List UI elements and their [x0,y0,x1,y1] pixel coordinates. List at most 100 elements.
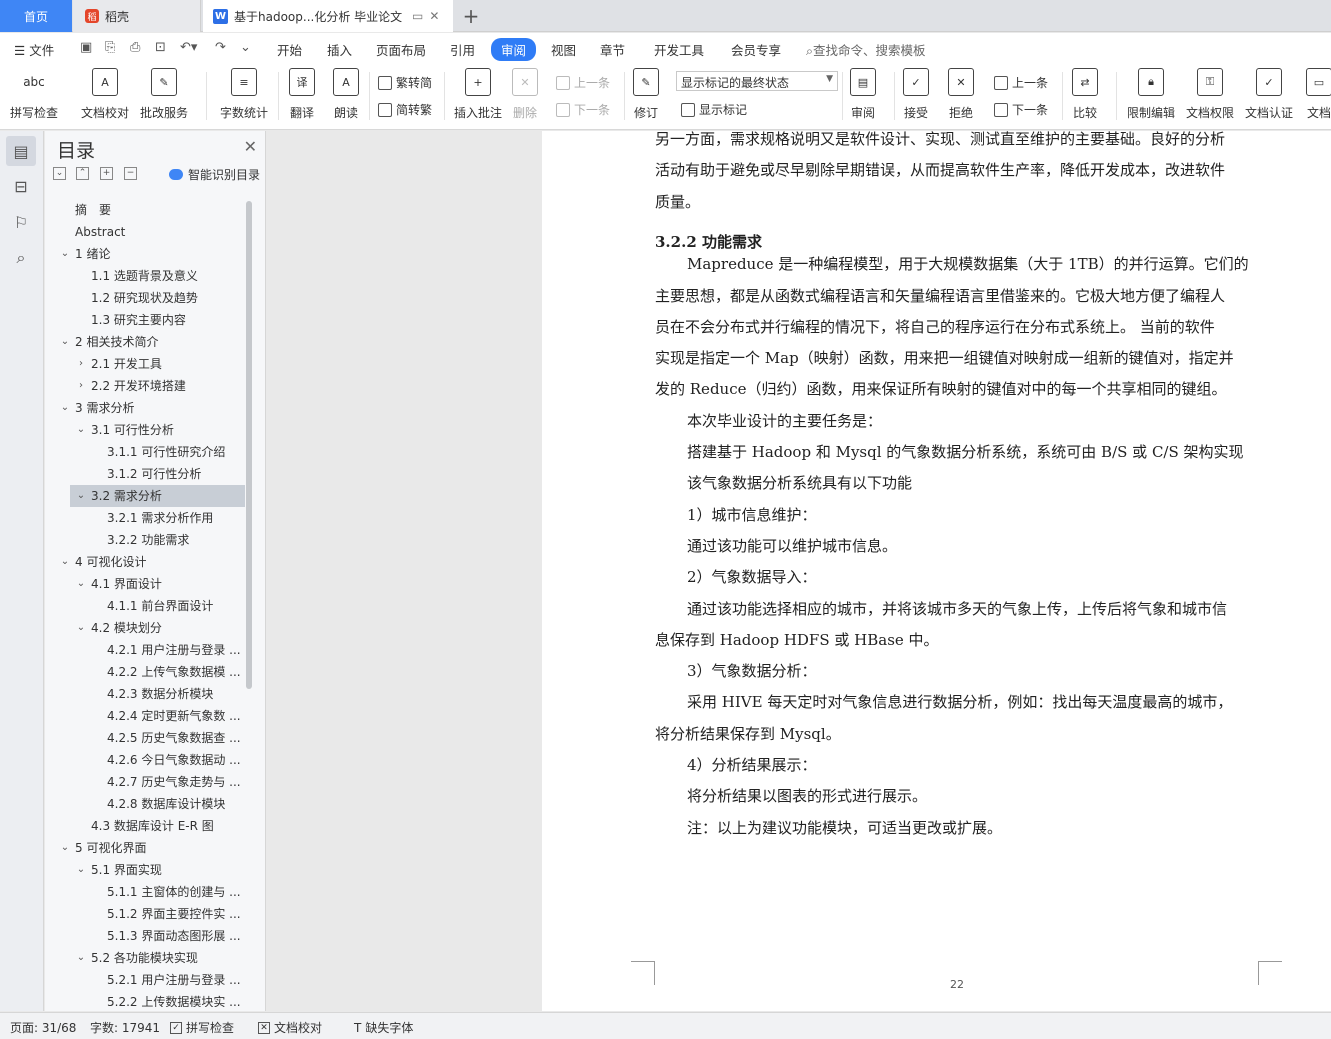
doc-proof-button[interactable]: A 文档校对 [81,68,129,121]
save-icon[interactable]: ▣ [80,40,92,55]
toc-item[interactable]: 1.3 研究主要内容 [45,309,245,331]
toc-panel-icon[interactable]: ▤ [6,136,36,166]
page-indicator[interactable]: 页面: 31/68 [10,1019,76,1036]
chevron-down-icon[interactable]: ⌄ [59,397,71,419]
toc-item[interactable]: 4.2.6 今日气象数据动 ... [45,749,245,771]
show-marks-button[interactable]: 显示标记 [681,101,747,118]
toc-item[interactable]: ⌄ 5.1 界面实现 [45,859,245,881]
toc-item[interactable]: 5.2.1 用户注册与登录 ... [45,969,245,991]
toc-item[interactable]: ⌄ 3 需求分析 [45,397,245,419]
toc-item[interactable]: 5.2.2 上传数据模块实 ... [45,991,245,1007]
toc-item[interactable]: 3.1.1 可行性研究介绍 [45,441,245,463]
toc-item[interactable]: 4.2.8 数据库设计模块 [45,793,245,815]
menu-dev-tools[interactable]: 开发工具 [654,40,704,59]
toc-item[interactable]: 3.2.2 功能需求 [45,529,245,551]
restrict-edit-button[interactable]: 🔒︎ 限制编辑 [1127,68,1175,121]
tab-pin-icon[interactable]: ▭ [412,9,423,23]
prev-change-button[interactable]: 上一条 [994,74,1048,91]
toc-item[interactable]: › 2.2 开发环境搭建 [45,375,245,397]
menu-view[interactable]: 视图 [551,40,576,59]
revise-button[interactable]: ✎ 修订 [633,68,659,121]
word-count-button[interactable]: ≡ 字数统计 [220,68,268,121]
insert-comment-button[interactable]: + 插入批注 [454,68,502,121]
new-tab-button[interactable]: + [458,0,484,32]
tab-close-icon[interactable]: ✕ [429,9,439,23]
menu-reference[interactable]: 引用 [450,40,475,59]
chevron-down-icon[interactable]: ⌄ [59,837,71,859]
bookmark-icon[interactable]: ⚐ [6,207,36,237]
toc-item[interactable]: 1.1 选题背景及意义 [45,265,245,287]
chevron-down-icon[interactable]: ⌄ [59,331,71,353]
toc-item[interactable]: 4.2.2 上传气象数据模 ... [45,661,245,683]
tab-home[interactable]: 首页 [0,0,72,32]
toc-item[interactable]: ⌄ 4 可视化设计 [45,551,245,573]
status-missing-font[interactable]: T 缺失字体 [354,1019,413,1036]
remove-heading-icon[interactable]: − [124,167,137,180]
toc-item[interactable]: ⌄ 5 可视化界面 [45,837,245,859]
toc-item[interactable]: 5.1.3 界面动态图形展 ... [45,925,245,947]
search-icon[interactable]: ⌕ [6,243,36,273]
word-count-indicator[interactable]: 字数: 17941 [90,1019,160,1036]
simp-to-trad-button[interactable]: 简转繁 [378,101,432,118]
toc-item[interactable]: ⌄ 4.2 模块划分 [45,617,245,639]
chevron-down-icon[interactable]: ⌄ [75,419,87,441]
close-icon[interactable]: ✕ [244,137,257,156]
tab-daoke[interactable]: 稻 稻壳 [73,0,201,32]
reject-button[interactable]: ✕ 拒绝 [948,68,974,121]
document-page[interactable]: 另一方面，需求规格说明又是软件设计、实现、测试直至维护的主要基础。良好的分析 活动… [542,131,1331,1011]
preview-icon[interactable]: ⊡ [155,40,166,55]
doc-more-button[interactable]: ▭ 文档 [1306,68,1331,121]
toc-item[interactable]: 4.2.1 用户注册与登录 ... [45,639,245,661]
toc-item[interactable]: 4.2.3 数据分析模块 [45,683,245,705]
menu-start[interactable]: 开始 [277,40,302,59]
chevron-down-icon[interactable]: ⌄ [59,243,71,265]
spell-check-button[interactable]: abc 拼写检查 [10,68,58,121]
toc-scrollbar[interactable] [246,201,252,689]
command-search[interactable]: ⌕查找命令、搜索模板 [806,40,926,59]
chevron-down-icon[interactable]: ⌄ [75,947,87,969]
compare-button[interactable]: ⇄ 比较 [1072,68,1098,121]
collapse-all-icon[interactable]: ⌄ [53,167,66,180]
prev-comment-button[interactable]: 上一条 [556,74,610,91]
next-change-button[interactable]: 下一条 [994,101,1048,118]
menu-layout[interactable]: 页面布局 [376,40,426,59]
tab-document[interactable]: W 基于hadoop...化分析 毕业论文 ▭ ✕ [203,0,453,32]
menu-review[interactable]: 审阅 [491,38,537,61]
toc-item[interactable]: ⌄ 3.2 需求分析 [70,485,245,507]
toc-item[interactable]: ⌄ 3.1 可行性分析 [45,419,245,441]
review-pane-button[interactable]: ▤ 审阅 [850,68,876,121]
expand-all-icon[interactable]: ⌃ [76,167,89,180]
delete-comment-button[interactable]: ✕ 删除 [512,68,538,121]
chevron-down-icon[interactable]: ⌄ [75,617,87,639]
doc-cert-button[interactable]: ✓ 文档认证 [1245,68,1293,121]
batch-service-button[interactable]: ✎ 批改服务 [140,68,188,121]
toc-item[interactable]: 3.2.1 需求分析作用 [45,507,245,529]
smart-toc-button[interactable]: 智能识别目录 [169,166,260,183]
chevron-down-icon[interactable]: ⌄ [75,573,87,595]
chapter-nav-icon[interactable]: ⊟ [6,171,36,201]
toc-item[interactable]: ⌄ 2 相关技术简介 [45,331,245,353]
add-heading-icon[interactable]: + [100,167,113,180]
menu-member[interactable]: 会员专享 [731,40,781,59]
menu-insert[interactable]: 插入 [327,40,352,59]
quick-access-more-icon[interactable]: ⌄ [240,40,251,55]
chevron-down-icon[interactable]: ⌄ [75,859,87,881]
redo-icon[interactable]: ↷ [215,40,226,55]
accept-button[interactable]: ✓ 接受 [903,68,929,121]
toc-item[interactable]: 3.1.2 可行性分析 [45,463,245,485]
read-aloud-button[interactable]: A 朗读 [333,68,359,121]
toc-item[interactable]: ⌄ 5.2 各功能模块实现 [45,947,245,969]
toc-item[interactable]: ⌄ 4.1 界面设计 [45,573,245,595]
toc-item[interactable]: 摘 要 [45,199,245,221]
status-doc-proof[interactable]: ✕ 文档校对 [258,1019,322,1036]
toc-item[interactable]: › 2.1 开发工具 [45,353,245,375]
doc-permission-button[interactable]: ⚿ 文档权限 [1186,68,1234,121]
toc-item[interactable]: 4.3 数据库设计 E-R 图 [45,815,245,837]
toc-item[interactable]: 4.2.7 历史气象走势与 ... [45,771,245,793]
translate-button[interactable]: 译 翻译 [289,68,315,121]
chevron-down-icon[interactable]: ⌄ [59,551,71,573]
toc-item[interactable]: ⌄ 1 绪论 [45,243,245,265]
undo-icon[interactable]: ↶▾ [180,40,197,55]
toc-item[interactable]: 4.2.5 历史气象数据查 ... [45,727,245,749]
toc-item[interactable]: Abstract [45,221,245,243]
